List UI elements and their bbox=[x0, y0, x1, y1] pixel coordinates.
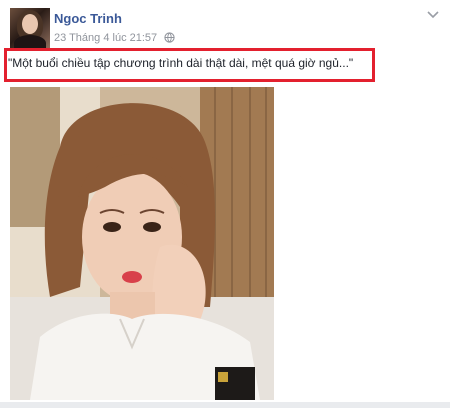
author-name[interactable]: Ngoc Trinh bbox=[54, 11, 122, 26]
status-text: "Một buổi chiều tập chương trình dài thậ… bbox=[8, 56, 354, 70]
post-header: Ngoc Trinh 23 Tháng 4 lúc 21:57 bbox=[10, 8, 440, 48]
globe-icon[interactable] bbox=[164, 32, 175, 43]
timestamp[interactable]: 23 Tháng 4 lúc 21:57 bbox=[54, 32, 157, 44]
avatar[interactable] bbox=[10, 8, 50, 48]
facebook-post: Ngoc Trinh 23 Tháng 4 lúc 21:57 "Một buổ… bbox=[0, 0, 450, 408]
chevron-down-icon[interactable] bbox=[426, 10, 440, 20]
post-photo[interactable] bbox=[10, 87, 274, 400]
post-divider bbox=[0, 402, 450, 408]
photo-illustration bbox=[10, 87, 274, 400]
post-meta: 23 Tháng 4 lúc 21:57 bbox=[54, 32, 175, 44]
